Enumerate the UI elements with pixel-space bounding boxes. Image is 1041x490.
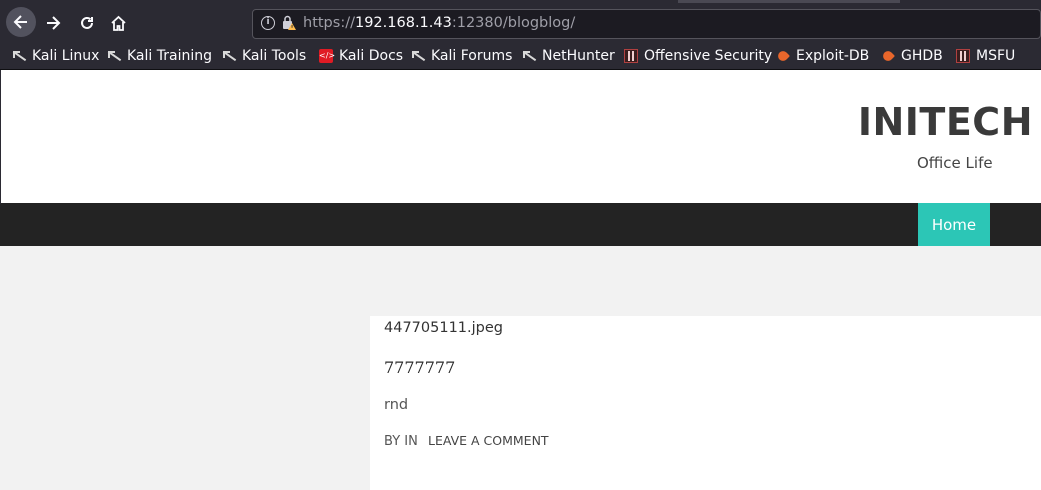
- post-attachment-name[interactable]: 447705111.jpeg: [384, 320, 503, 336]
- offsec-icon: [624, 49, 638, 63]
- bookmark-kali-tools[interactable]: Kali Tools: [222, 46, 306, 66]
- url-text[interactable]: https://192.168.1.43:12380/blogblog/: [303, 15, 575, 31]
- main-menu: Home: [0, 203, 1041, 246]
- reload-button[interactable]: [72, 8, 102, 38]
- bookmark-label: GHDB: [901, 48, 943, 64]
- site-header: INITECH Office Life: [0, 70, 1041, 203]
- url-host: 192.168.1.43: [354, 15, 452, 31]
- url-path: :12380/blogblog/: [451, 15, 576, 31]
- bookmarks-toolbar: Kali Linux Kali Training Kali Tools </> K…: [0, 42, 1041, 70]
- insecure-lock-icon[interactable]: [281, 14, 297, 32]
- browser-toolbar: i https://192.168.1.43:12380/blogblog/: [0, 0, 1041, 42]
- post-card: 447705111.jpeg 7777777 rnd BY IN LEAVE A…: [370, 316, 1041, 490]
- bookmark-kali-training[interactable]: Kali Training: [107, 46, 212, 66]
- arrow-left-icon: [13, 15, 27, 29]
- bookmark-label: Kali Training: [127, 48, 212, 64]
- bookmark-label: Kali Docs: [339, 48, 404, 64]
- bookmark-label: Exploit-DB: [796, 48, 870, 64]
- home-icon: [110, 15, 126, 31]
- site-title[interactable]: INITECH: [858, 100, 1033, 144]
- kali-docs-icon: </>: [319, 49, 335, 63]
- post-title[interactable]: 7777777: [384, 358, 455, 377]
- kali-dragon-icon: [411, 49, 425, 63]
- kali-dragon-icon: [107, 49, 121, 63]
- exploitdb-icon: [881, 49, 895, 63]
- exploitdb-icon: [776, 49, 790, 63]
- url-bar[interactable]: i https://192.168.1.43:12380/blogblog/: [252, 9, 1041, 39]
- kali-dragon-icon: [222, 49, 236, 63]
- bookmark-exploit-db[interactable]: Exploit-DB: [776, 46, 869, 66]
- bookmark-label: MSFU: [976, 48, 1016, 64]
- kali-dragon-icon: [12, 49, 26, 63]
- post-meta: BY IN LEAVE A COMMENT: [384, 433, 549, 449]
- bookmark-ghdb[interactable]: GHDB: [881, 46, 943, 66]
- bookmark-offensive-security[interactable]: Offensive Security: [624, 46, 772, 66]
- post-category: rnd: [384, 397, 409, 413]
- tab-indicator: [678, 0, 900, 3]
- bookmark-label: Kali Forums: [431, 48, 513, 64]
- bookmark-msfu[interactable]: MSFU: [956, 46, 1015, 66]
- menu-item-home[interactable]: Home: [918, 203, 990, 246]
- back-button[interactable]: [6, 7, 36, 37]
- bookmark-label: Kali Linux: [32, 48, 100, 64]
- bookmark-nethunter[interactable]: NetHunter: [522, 46, 615, 66]
- leave-comment-link[interactable]: LEAVE A COMMENT: [428, 433, 549, 448]
- bookmark-kali-forums[interactable]: Kali Forums: [411, 46, 512, 66]
- offsec-icon: [956, 49, 970, 63]
- url-scheme: https://: [303, 15, 355, 31]
- bookmark-kali-docs[interactable]: </> Kali Docs: [319, 46, 403, 66]
- reload-icon: [81, 16, 93, 29]
- kali-dragon-icon: [522, 49, 536, 63]
- arrow-right-icon: [47, 16, 61, 30]
- bookmark-kali-linux[interactable]: Kali Linux: [12, 46, 99, 66]
- bookmark-label: Offensive Security: [644, 48, 773, 64]
- site-tagline: Office Life: [917, 154, 993, 172]
- bookmark-label: Kali Tools: [242, 48, 307, 64]
- web-page: INITECH Office Life Home 447705111.jpeg …: [0, 70, 1041, 490]
- page-left-border: [0, 70, 1, 204]
- home-button[interactable]: [103, 8, 133, 38]
- bookmark-label: NetHunter: [542, 48, 615, 64]
- info-icon[interactable]: i: [261, 16, 275, 30]
- post-author-line: BY IN: [384, 434, 418, 449]
- forward-button[interactable]: [38, 8, 68, 38]
